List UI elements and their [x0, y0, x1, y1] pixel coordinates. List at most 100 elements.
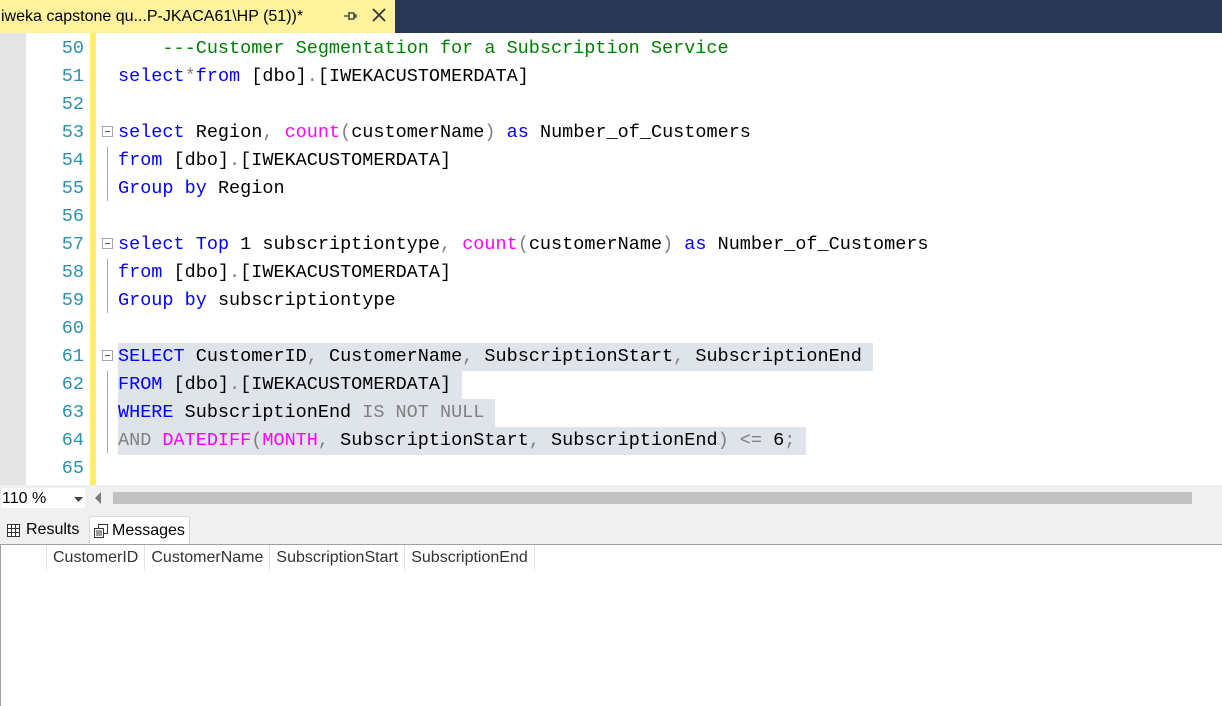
line-number: 56 [61, 206, 84, 227]
code-token: select [118, 122, 185, 143]
code-token: customerName [528, 234, 663, 255]
pin-icon[interactable] [342, 8, 358, 24]
code-token: SubscriptionStart [328, 430, 529, 451]
code-token: [IWEKACUSTOMERDATA] [317, 66, 529, 87]
code-token: [dbo] [162, 262, 230, 283]
code-token: , [262, 122, 274, 143]
code-line[interactable]: 64 AND DATEDIFF(MONTH, SubscriptionStart,… [0, 427, 1222, 455]
zoom-dropdown[interactable]: 110 % [0, 487, 86, 509]
code-token: FROM [118, 374, 163, 395]
code-line[interactable]: 56 [0, 203, 1222, 231]
line-number: 63 [61, 402, 84, 423]
line-number: 55 [61, 178, 84, 199]
line-number: 64 [61, 430, 84, 451]
code-line[interactable]: 60 [0, 315, 1222, 343]
code-token: * [184, 66, 196, 87]
code-token: Group [118, 290, 174, 311]
code-line[interactable]: 61 SELECT CustomerID, CustomerName, Subsc… [0, 343, 1222, 371]
line-number: 65 [61, 458, 84, 479]
code-token: [IWEKACUSTOMERDATA] [240, 262, 452, 283]
line-number: 57 [61, 234, 84, 255]
grid-corner-cell[interactable] [1, 545, 47, 571]
column-header[interactable]: SubscriptionStart [270, 545, 406, 571]
line-number: 62 [61, 374, 84, 395]
code-token: SubscriptionEnd [684, 346, 873, 367]
column-header[interactable]: CustomerName [145, 545, 271, 571]
code-token: ) [662, 234, 674, 255]
code-token: 6 [762, 430, 785, 451]
code-token: ( [340, 122, 352, 143]
code-token: count [284, 122, 341, 143]
code-line[interactable]: 52 [0, 91, 1222, 119]
column-header[interactable]: CustomerID [47, 545, 146, 571]
document-tab-strip: iweka capstone qu...P-JKACA61\HP (51))* [0, 0, 1222, 33]
code-token: Top [195, 234, 230, 255]
code-token: SELECT [118, 346, 185, 367]
code-token: Group [118, 178, 174, 199]
code-token: Number_of_Customers [528, 122, 751, 143]
code-text: WHERE SubscriptionEnd IS NOT NULL [118, 399, 496, 427]
code-text: SELECT CustomerID, CustomerName, Subscri… [118, 343, 873, 371]
code-token: SubscriptionStart [473, 346, 674, 367]
query-editor[interactable]: 50 ---Customer Segmentation for a Subscr… [0, 33, 1222, 485]
code-text: Group by subscriptiontype [118, 287, 396, 315]
tab-messages[interactable]: Messages [89, 516, 190, 544]
column-header[interactable]: SubscriptionEnd [405, 545, 535, 571]
code-line[interactable]: 50 ---Customer Segmentation for a Subscr… [0, 35, 1222, 63]
code-token: as [684, 234, 707, 255]
line-number: 52 [61, 94, 84, 115]
line-number: 60 [61, 318, 84, 339]
code-text: FROM [dbo].[IWEKACUSTOMERDATA] [118, 371, 463, 399]
code-token: CustomerName [317, 346, 463, 367]
line-number: 50 [61, 38, 84, 59]
code-token: subscriptiontype [206, 290, 396, 311]
code-line[interactable]: 57 select Top 1 subscriptiontype, count(c… [0, 231, 1222, 259]
code-token: AND [118, 430, 152, 451]
code-token: , [317, 430, 329, 451]
collapse-icon[interactable] [102, 350, 113, 361]
code-token: by [184, 290, 207, 311]
code-token: 1 subscriptiontype [229, 234, 440, 255]
code-token: by [184, 178, 207, 199]
code-line[interactable]: 53 select Region, count(customerName) as … [0, 119, 1222, 147]
collapse-icon[interactable] [102, 238, 113, 249]
code-token: customerName [351, 122, 485, 143]
code-token: DATEDIFF [162, 430, 252, 451]
code-line[interactable]: 51 select*from [dbo].[IWEKACUSTOMERDATA] [0, 63, 1222, 91]
tab-results[interactable]: Results [0, 516, 86, 544]
code-line[interactable]: 54 from [dbo].[IWEKACUSTOMERDATA] [0, 147, 1222, 175]
code-line[interactable]: 55 Group by Region [0, 175, 1222, 203]
collapse-icon[interactable] [102, 126, 113, 137]
scroll-left-icon[interactable] [93, 491, 103, 505]
editor-status-row: 110 % [0, 485, 1222, 512]
close-icon[interactable] [371, 7, 387, 23]
code-token: , [462, 346, 474, 367]
code-token: [dbo] [162, 150, 230, 171]
zoom-level: 110 % [2, 490, 47, 507]
code-token: . [229, 262, 241, 283]
code-token: SubscriptionEnd [173, 402, 363, 423]
code-token: , [673, 346, 685, 367]
code-token: . [306, 66, 318, 87]
code-text: Group by Region [118, 175, 285, 203]
code-line[interactable]: 58 from [dbo].[IWEKACUSTOMERDATA] [0, 259, 1222, 287]
code-line[interactable]: 59 Group by subscriptiontype [0, 287, 1222, 315]
query-document-tab[interactable]: iweka capstone qu...P-JKACA61\HP (51))* [0, 0, 395, 33]
results-grid-header: CustomerID CustomerName SubscriptionStar… [1, 545, 535, 571]
horizontal-scrollbar-thumb[interactable] [113, 492, 1192, 504]
code-token: ( [517, 234, 529, 255]
code-token: select [118, 234, 185, 255]
code-token: <= [739, 430, 763, 451]
line-number: 54 [61, 150, 84, 171]
chevron-down-icon[interactable] [74, 497, 83, 503]
code-text: from [dbo].[IWEKACUSTOMERDATA] [118, 259, 451, 287]
code-line[interactable]: 65 [0, 455, 1222, 483]
code-line[interactable]: 63 WHERE SubscriptionEnd IS NOT NULL [0, 399, 1222, 427]
line-number: 59 [61, 290, 84, 311]
results-grid[interactable]: CustomerID CustomerName SubscriptionStar… [0, 544, 1222, 706]
code-line[interactable]: 62 FROM [dbo].[IWEKACUSTOMERDATA] [0, 371, 1222, 399]
